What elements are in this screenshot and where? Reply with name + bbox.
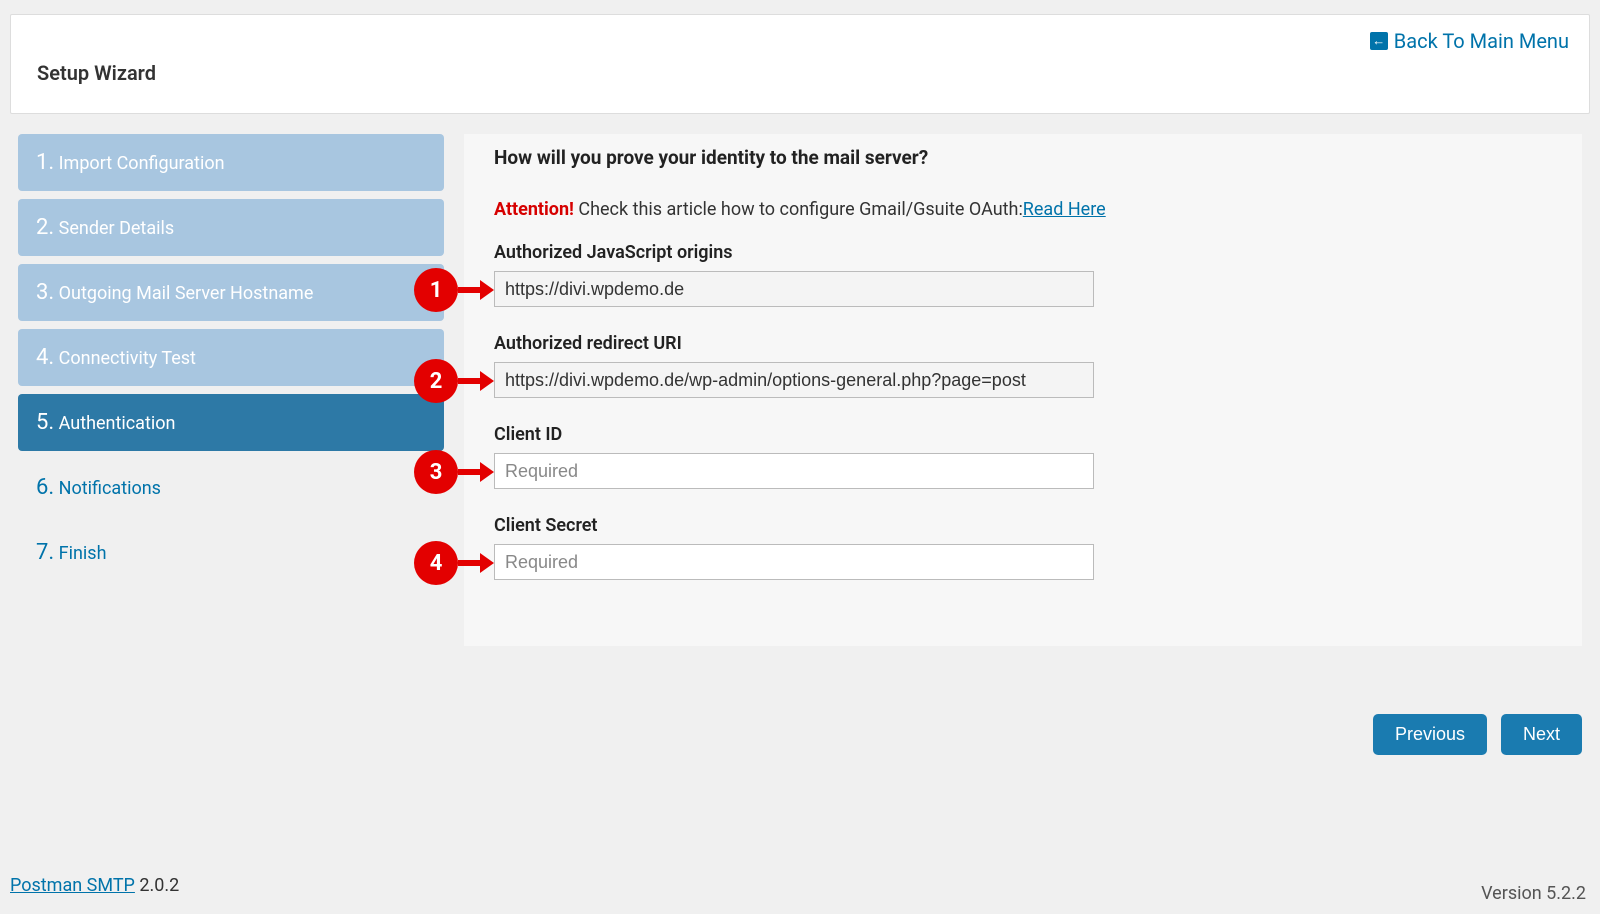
annotation-marker-3: 3 bbox=[414, 450, 458, 494]
back-to-main-link[interactable]: ← Back To Main Menu bbox=[1370, 29, 1569, 53]
step-connectivity-test[interactable]: 4. Connectivity Test bbox=[18, 329, 444, 386]
back-link-label: Back To Main Menu bbox=[1394, 29, 1569, 53]
step-notifications[interactable]: 6. Notifications bbox=[18, 459, 444, 516]
step-number: 7. bbox=[36, 540, 54, 565]
step-number: 6. bbox=[36, 475, 54, 500]
field-label-client-id: Client ID bbox=[494, 424, 1552, 445]
attention-text: Check this article how to configure Gmai… bbox=[574, 199, 1023, 220]
step-label: Authentication bbox=[59, 413, 176, 434]
annotation-marker-2: 2 bbox=[414, 359, 458, 403]
step-outgoing-hostname[interactable]: 3. Outgoing Mail Server Hostname bbox=[18, 264, 444, 321]
header-card: ← Back To Main Menu Setup Wizard bbox=[10, 14, 1590, 114]
field-label-client-secret: Client Secret bbox=[494, 515, 1552, 536]
page-title: Setup Wizard bbox=[37, 61, 1563, 85]
field-label-redirect-uri: Authorized redirect URI bbox=[494, 333, 1552, 354]
step-number: 4. bbox=[36, 345, 54, 370]
annotation-marker-4: 4 bbox=[414, 541, 458, 585]
product-link[interactable]: Postman SMTP bbox=[10, 875, 135, 896]
field-label-js-origins: Authorized JavaScript origins bbox=[494, 242, 1552, 263]
content-panel: How will you prove your identity to the … bbox=[464, 134, 1582, 646]
marker-number: 3 bbox=[430, 460, 443, 485]
marker-arrow-line bbox=[458, 287, 482, 293]
marker-arrow-line bbox=[458, 378, 482, 384]
step-number: 3. bbox=[36, 280, 54, 305]
wizard-nav-buttons: Previous Next bbox=[1373, 714, 1582, 755]
arrow-left-icon: ← bbox=[1370, 32, 1388, 50]
product-version: 2.0.2 bbox=[135, 875, 179, 896]
read-here-link[interactable]: Read Here bbox=[1023, 199, 1106, 220]
steps-sidebar: 1. Import Configuration 2. Sender Detail… bbox=[18, 134, 444, 646]
step-number: 1. bbox=[36, 150, 54, 175]
arrow-right-icon bbox=[480, 280, 494, 300]
arrow-right-icon bbox=[480, 371, 494, 391]
field-js-origins-wrap: Authorized JavaScript origins 1 bbox=[494, 242, 1552, 333]
marker-number: 1 bbox=[430, 278, 443, 303]
marker-arrow-line bbox=[458, 560, 482, 566]
step-label: Connectivity Test bbox=[59, 348, 196, 369]
marker-arrow-line bbox=[458, 469, 482, 475]
attention-label: Attention! bbox=[494, 199, 574, 220]
attention-notice: Attention! Check this article how to con… bbox=[494, 199, 1552, 220]
marker-number: 4 bbox=[430, 551, 443, 576]
field-redirect-uri-wrap: Authorized redirect URI 2 bbox=[494, 333, 1552, 424]
js-origins-input[interactable] bbox=[494, 271, 1094, 307]
annotation-marker-1: 1 bbox=[414, 268, 458, 312]
step-number: 5. bbox=[36, 410, 54, 435]
arrow-right-icon bbox=[480, 553, 494, 573]
arrow-right-icon bbox=[480, 462, 494, 482]
client-id-input[interactable] bbox=[494, 453, 1094, 489]
wizard-body: 1. Import Configuration 2. Sender Detail… bbox=[0, 134, 1600, 646]
marker-number: 2 bbox=[430, 369, 443, 394]
client-secret-input[interactable] bbox=[494, 544, 1094, 580]
redirect-uri-input[interactable] bbox=[494, 362, 1094, 398]
previous-button[interactable]: Previous bbox=[1373, 714, 1487, 755]
step-label: Finish bbox=[59, 543, 107, 564]
step-number: 2. bbox=[36, 215, 54, 240]
next-button[interactable]: Next bbox=[1501, 714, 1582, 755]
step-label: Notifications bbox=[59, 478, 161, 499]
step-label: Sender Details bbox=[59, 218, 175, 239]
step-label: Import Configuration bbox=[59, 153, 225, 174]
content-heading: How will you prove your identity to the … bbox=[494, 146, 1552, 169]
step-authentication[interactable]: 5. Authentication bbox=[18, 394, 444, 451]
footer-product: Postman SMTP 2.0.2 bbox=[10, 875, 179, 896]
footer-version: Version 5.2.2 bbox=[1481, 883, 1586, 904]
field-client-secret-wrap: Client Secret 4 bbox=[494, 515, 1552, 606]
step-finish[interactable]: 7. Finish bbox=[18, 524, 444, 581]
step-label: Outgoing Mail Server Hostname bbox=[59, 283, 314, 304]
field-client-id-wrap: Client ID 3 bbox=[494, 424, 1552, 515]
step-sender-details[interactable]: 2. Sender Details bbox=[18, 199, 444, 256]
step-import-configuration[interactable]: 1. Import Configuration bbox=[18, 134, 444, 191]
